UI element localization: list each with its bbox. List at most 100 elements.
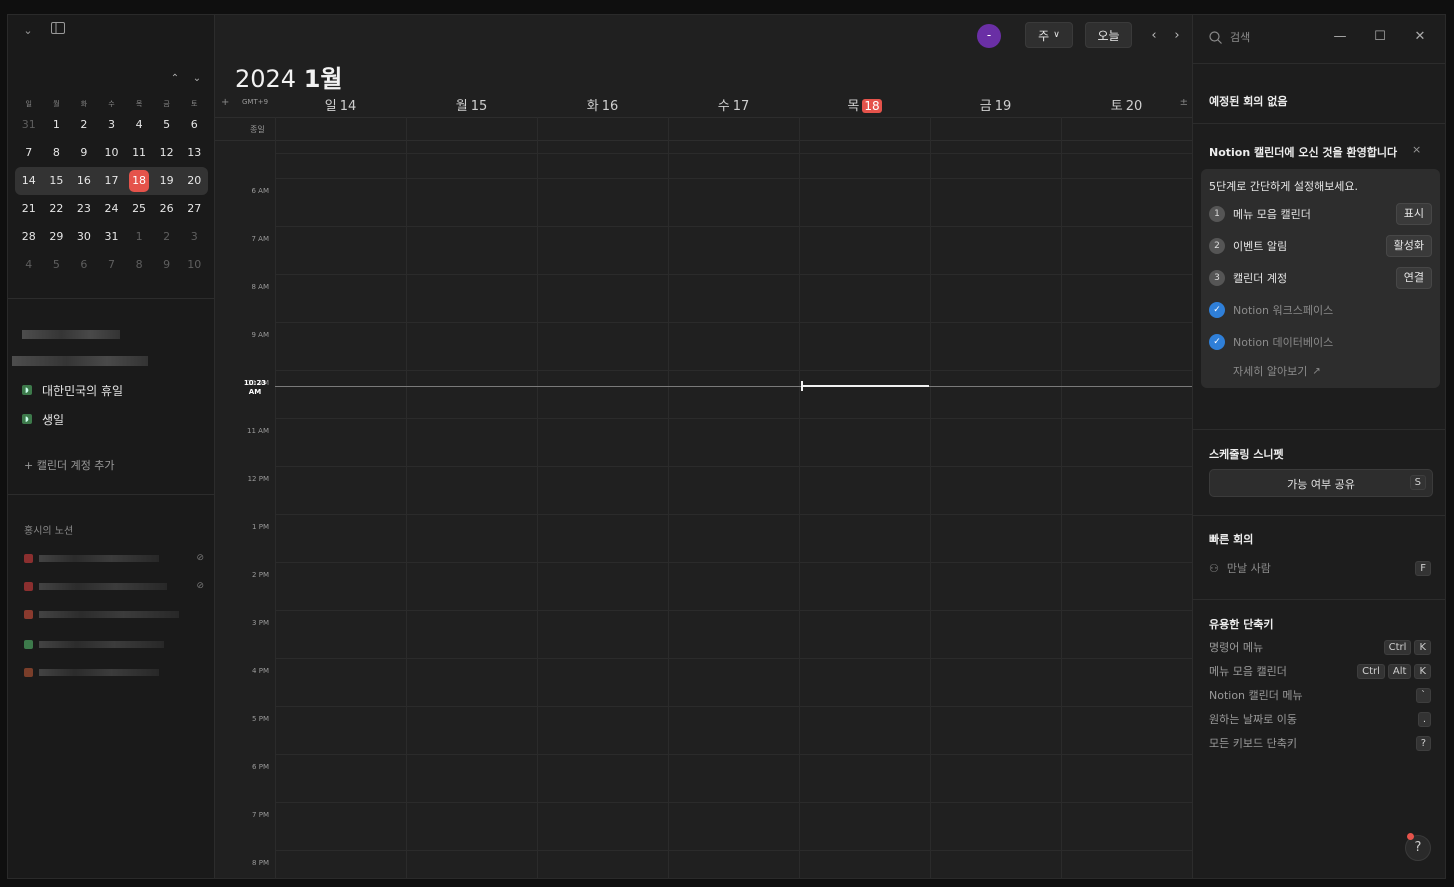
mini-calendar-day[interactable]: 7 [15,142,43,164]
close-welcome-icon[interactable]: × [1412,143,1421,156]
view-switch-button[interactable]: 주 ∨ [1025,22,1073,48]
mini-calendar-day[interactable]: 4 [125,114,153,136]
mini-calendar-day[interactable]: 12 [153,142,181,164]
mini-calendar-day[interactable]: 3 [98,114,126,136]
mini-calendar-day[interactable]: 31 [98,226,126,248]
shortcut-keys: Ctrl Alt K [1354,663,1431,679]
mini-calendar-day[interactable]: 7 [98,254,126,276]
search-input[interactable]: 검색 [1230,29,1250,45]
setup-step: 2 이벤트 알림 활성화 [1209,235,1432,257]
mini-cal-next-icon[interactable]: ⌄ [189,71,205,87]
add-calendar-account-button[interactable]: + 캘린더 계정 추가 [24,457,115,473]
calendar-item-holidays[interactable]: ◗ 대한민국의 휴일 [22,381,123,399]
today-button[interactable]: 오늘 [1085,22,1132,48]
hour-label: 1 PM [252,523,269,531]
current-time-marker [801,381,803,391]
rss-icon: ◗ [22,385,32,395]
mini-calendar-day[interactable]: 10 [180,254,208,276]
mini-calendar-day[interactable]: 8 [43,142,71,164]
search-box[interactable]: 검색 [1209,29,1250,45]
chevron-down-icon[interactable]: ⌄ [18,21,38,41]
close-icon[interactable]: ✕ [1410,27,1430,47]
mini-calendar-day[interactable]: 29 [43,226,71,248]
mini-calendar-day[interactable]: 30 [70,226,98,248]
day-header[interactable]: 금 19 [930,95,1061,114]
sidebar: ⌄ ⌃ ⌄ 일월화수목금토 31 1 2 3 4 5 6 7 8 9 10 11 12 13 14 15 16 1… [8,15,215,878]
mini-calendar-day[interactable]: 15 [43,170,71,192]
eye-off-icon[interactable]: ⊘ [196,553,204,563]
mini-calendar-day[interactable]: 5 [153,114,181,136]
minimize-icon[interactable]: — [1330,27,1350,47]
step-action-button[interactable]: 표시 [1395,203,1432,225]
day-header[interactable]: 일 14 [275,95,406,114]
mini-calendar-day[interactable]: 4 [15,254,43,276]
mini-calendar-day[interactable]: 8 [125,254,153,276]
mini-calendar-day[interactable]: 10 [98,142,126,164]
avatar[interactable]: - [977,24,1001,48]
add-timezone-icon[interactable]: + [221,97,229,108]
eye-off-icon[interactable]: ⊘ [196,581,204,591]
shortcut-key: K [1414,663,1431,679]
mini-calendar-day[interactable]: 21 [15,198,43,220]
step-action-button[interactable]: 활성화 [1385,235,1432,257]
mini-calendar-day[interactable]: 9 [153,254,181,276]
meet-with-input[interactable]: ⚇ 만날 사람 F [1209,559,1431,577]
mini-calendar-day[interactable]: 9 [70,142,98,164]
workspace-calendar-item[interactable]: ⊘ [24,580,204,592]
mini-calendar-day[interactable]: 24 [98,198,126,220]
mini-calendar-day[interactable]: 17 [98,170,126,192]
redacted-label [39,640,164,648]
hour-line [275,370,1192,371]
workspace-calendar-item[interactable]: ⊘ [24,552,204,564]
time-grid[interactable]: 6 AM 7 AM 8 AM 9 AM 10 AM 11 AM 12 PM 1 PM 2 PM 3… [215,117,1193,878]
mini-calendar-day[interactable]: 1 [43,114,71,136]
weekday-label: 월 [53,100,60,108]
day-header[interactable]: 목 18 [799,95,930,114]
learn-more-link[interactable]: 자세히 알아보기 ↗ [1233,363,1321,379]
step-action-button[interactable]: 연결 [1395,267,1432,289]
day-header[interactable]: 월 15 [406,95,537,114]
mini-calendar-day[interactable]: 22 [43,198,71,220]
day-header[interactable]: 화 16 [537,95,668,114]
all-day-row[interactable]: 종일 [215,117,1192,141]
mini-calendar-day[interactable]: 6 [70,254,98,276]
hour-line [275,226,1192,227]
mini-cal-prev-icon[interactable]: ⌃ [167,71,183,87]
mini-calendar-day[interactable]: 13 [180,142,208,164]
mini-calendar-day[interactable]: 11 [125,142,153,164]
mini-calendar-day[interactable]: 14 [15,170,43,192]
mini-calendar-day[interactable]: 2 [153,226,181,248]
mini-calendar-day[interactable]: 28 [15,226,43,248]
day-header[interactable]: 수 17 [668,95,799,114]
sidebar-toggle-icon[interactable] [48,21,68,41]
mini-calendar-day[interactable]: 3 [180,226,208,248]
workspace-calendar-item[interactable] [24,666,204,678]
workspace-calendar-item[interactable] [24,608,204,620]
workspace-calendar-item[interactable] [24,638,204,650]
maximize-icon[interactable]: ☐ [1370,27,1390,47]
mini-calendar-day[interactable]: 26 [153,198,181,220]
mini-calendar-day[interactable]: 1 [125,226,153,248]
day-header[interactable]: 토 20 [1061,95,1192,114]
shortcut-label: 메뉴 모음 캘린더 [1209,665,1287,678]
mini-calendar-day[interactable]: 31 [15,114,43,136]
calendar-item-birthdays[interactable]: ◗ 생일 [22,410,64,428]
divider [1193,63,1445,64]
share-availability-button[interactable]: 가능 여부 공유 S [1209,469,1433,497]
divider [1193,123,1445,124]
mini-calendar-day[interactable]: 2 [70,114,98,136]
mini-calendar-day[interactable]: 5 [43,254,71,276]
next-week-icon[interactable]: › [1168,25,1186,47]
mini-calendar-day[interactable]: 20 [180,170,208,192]
mini-calendar-day[interactable]: 16 [70,170,98,192]
mini-calendar-day[interactable]: 19 [153,170,181,192]
mini-calendar-day-today[interactable]: 18 [129,170,150,192]
mini-calendar-day[interactable]: 25 [125,198,153,220]
prev-week-icon[interactable]: ‹ [1145,25,1163,47]
expand-icon[interactable]: ± [1180,97,1188,108]
mini-calendar-day[interactable]: 23 [70,198,98,220]
day-number: 20 [1125,99,1143,114]
mini-calendar-day[interactable]: 27 [180,198,208,220]
divider [8,298,214,299]
mini-calendar-day[interactable]: 6 [180,114,208,136]
